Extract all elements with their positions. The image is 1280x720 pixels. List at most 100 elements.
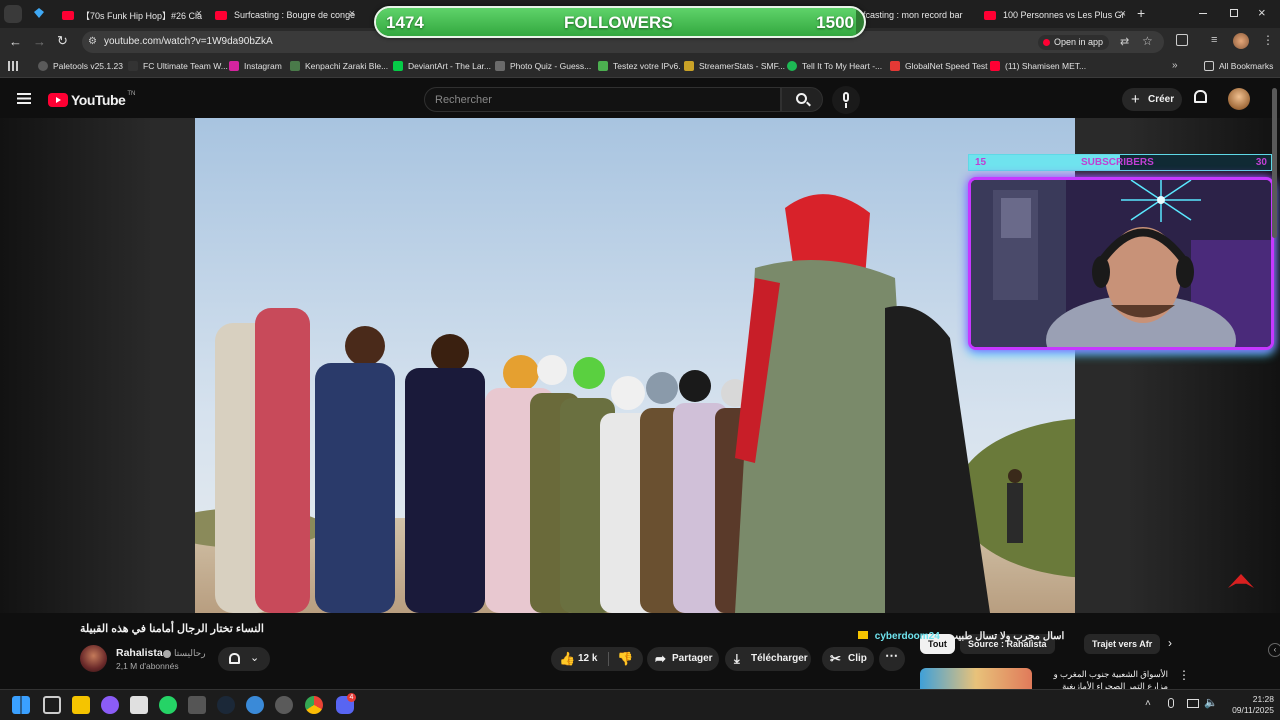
bookmarks-overflow-icon[interactable]: » xyxy=(1172,60,1178,71)
verified-badge-icon xyxy=(163,650,171,658)
scissors-icon: ✂ xyxy=(830,651,841,666)
clip-button[interactable]: ✂ Clip xyxy=(822,647,874,671)
browser-tab[interactable]: Surfcasting : Bougre de conge × xyxy=(215,4,355,26)
instagram-icon xyxy=(229,61,239,71)
page-scrollbar[interactable] xyxy=(1272,88,1277,608)
bookmark-item[interactable]: Photo Quiz - Guess... xyxy=(495,61,591,71)
bookmark-item[interactable]: Testez votre IPv6. xyxy=(598,61,681,71)
youtube-logo[interactable]: YouTube TN xyxy=(48,91,135,109)
whatsapp-icon[interactable] xyxy=(159,696,177,714)
scrollbar-thumb[interactable] xyxy=(1272,88,1277,238)
youtube-favicon-icon xyxy=(990,61,1000,71)
video-player[interactable] xyxy=(195,118,1075,613)
site-info-icon[interactable]: ⚙ xyxy=(88,36,97,47)
browser-menu-icon[interactable]: ⋮ xyxy=(1262,33,1274,47)
pinned-tab-icon[interactable] xyxy=(34,8,44,18)
file-explorer-icon[interactable] xyxy=(72,696,90,714)
windows-start-icon[interactable] xyxy=(12,696,30,714)
bookmark-item[interactable]: Paletools v25.1.23 xyxy=(38,61,123,71)
bookmark-item[interactable]: StreamerStats - SMF... xyxy=(684,61,785,71)
volume-icon[interactable]: 🔈 xyxy=(1204,696,1218,709)
close-tab-icon[interactable]: × xyxy=(349,8,355,20)
task-view-icon[interactable] xyxy=(43,696,61,714)
channel-avatar[interactable] xyxy=(80,645,107,672)
account-avatar[interactable] xyxy=(1228,88,1250,110)
app-circle-icon[interactable] xyxy=(101,696,119,714)
recommended-video-thumbnail[interactable] xyxy=(920,668,1032,690)
live-chat-nav-icon[interactable]: ‹ xyxy=(1268,643,1280,657)
notifications-bell-icon[interactable] xyxy=(1194,90,1207,103)
close-tab-icon[interactable]: × xyxy=(1120,8,1126,20)
youtube-favicon-icon xyxy=(215,10,227,20)
forward-icon[interactable]: → xyxy=(33,34,46,49)
youtube-favicon-icon xyxy=(62,10,74,20)
folder-icon xyxy=(1204,61,1214,71)
thumbs-up-icon: 👍 xyxy=(559,651,576,666)
browser-tab[interactable]: rfcasting : mon record bar xyxy=(860,4,972,26)
bell-icon xyxy=(229,653,240,664)
bookmark-item[interactable]: FC Ultimate Team W... xyxy=(128,61,228,71)
browser-tab[interactable]: 【70s Funk Hip Hop】#26 Classi × xyxy=(62,4,202,26)
app-icon[interactable] xyxy=(130,696,148,714)
create-button[interactable]: + Créer xyxy=(1122,88,1182,111)
new-tab-icon[interactable]: + xyxy=(1137,5,1145,21)
reload-icon[interactable]: ↻ xyxy=(57,33,68,49)
app-icon[interactable] xyxy=(246,696,264,714)
apps-grid-icon[interactable] xyxy=(8,61,18,71)
share-button[interactable]: ➦ Partager xyxy=(647,647,719,671)
tab-list-button[interactable] xyxy=(4,5,22,23)
back-icon[interactable]: ← xyxy=(9,34,22,49)
reading-list-icon[interactable]: ≡ xyxy=(1211,34,1217,46)
extensions-icon[interactable] xyxy=(1176,34,1188,46)
chrome-icon[interactable] xyxy=(305,696,323,714)
restore-icon[interactable] xyxy=(1230,9,1238,17)
microphone-icon xyxy=(843,92,849,102)
subscribers-current: 15 xyxy=(975,157,987,168)
tab-title: 100 Personnes vs Les Plus Gr xyxy=(1003,10,1125,20)
channel-name[interactable]: Rahalista xyxy=(116,647,163,659)
translate-icon[interactable]: ⇄ xyxy=(1120,35,1129,48)
microphone-tray-icon[interactable] xyxy=(1168,698,1174,708)
plus-icon: + xyxy=(1131,91,1140,108)
bookmark-favicon-icon xyxy=(890,61,900,71)
more-actions-button[interactable]: ⋯ xyxy=(879,647,905,671)
youtube-region: TN xyxy=(127,91,136,97)
bookmark-item[interactable]: Tell It To My Heart -... xyxy=(787,61,882,71)
search-input[interactable]: Rechercher xyxy=(424,87,781,112)
open-in-app-button[interactable]: Open in app xyxy=(1038,35,1110,50)
webcam-frame xyxy=(971,180,1271,347)
tray-overflow-icon[interactable]: ˄ xyxy=(1145,698,1151,709)
bookmark-item[interactable]: Kenpachi Zaraki Ble... xyxy=(290,61,388,71)
network-icon[interactable] xyxy=(1187,699,1199,708)
bookmark-item[interactable]: (11) Shamisen MET... xyxy=(990,61,1086,71)
download-button[interactable]: ⤓ Télécharger xyxy=(725,647,811,671)
app-icon[interactable] xyxy=(275,696,293,714)
bookmark-favicon-icon xyxy=(128,61,138,71)
guide-menu-icon[interactable] xyxy=(17,93,31,104)
taskbar-clock[interactable]: 21:28 09/11/2025 xyxy=(1230,694,1274,716)
browser-tab[interactable]: 100 Personnes vs Les Plus Gr × xyxy=(984,4,1126,26)
all-bookmarks-button[interactable]: All Bookmarks xyxy=(1204,61,1273,71)
bookmark-item[interactable]: Instagram xyxy=(229,61,282,71)
bookmark-item[interactable]: DeviantArt - The Lar... xyxy=(393,61,491,71)
subscribers-label: SUBSCRIBERS xyxy=(1081,157,1154,168)
search-button[interactable] xyxy=(781,87,823,112)
clip-label: Clip xyxy=(848,653,867,664)
profile-avatar[interactable] xyxy=(1233,33,1249,49)
bookmark-favicon-icon xyxy=(38,61,48,71)
share-label: Partager xyxy=(672,653,713,664)
deviantart-icon xyxy=(393,61,403,71)
steam-icon[interactable] xyxy=(217,696,235,714)
subscribed-notifications-button[interactable]: ⌄ xyxy=(218,647,270,671)
app-icon[interactable] xyxy=(188,696,206,714)
streamer-webcam xyxy=(968,177,1274,350)
close-tab-icon[interactable]: × xyxy=(196,8,202,20)
minimize-icon[interactable] xyxy=(1199,13,1207,14)
bookmark-star-icon[interactable]: ☆ xyxy=(1142,34,1153,48)
tab-title: 【70s Funk Hip Hop】#26 Classi xyxy=(81,10,202,21)
subscribers-goal: 30 xyxy=(1255,157,1267,168)
recommended-more-icon[interactable]: ⋮ xyxy=(1178,668,1190,682)
bookmark-item[interactable]: GlobalNet Speed Test xyxy=(890,61,988,71)
close-window-icon[interactable]: × xyxy=(1258,5,1266,20)
voice-search-button[interactable] xyxy=(832,86,860,114)
